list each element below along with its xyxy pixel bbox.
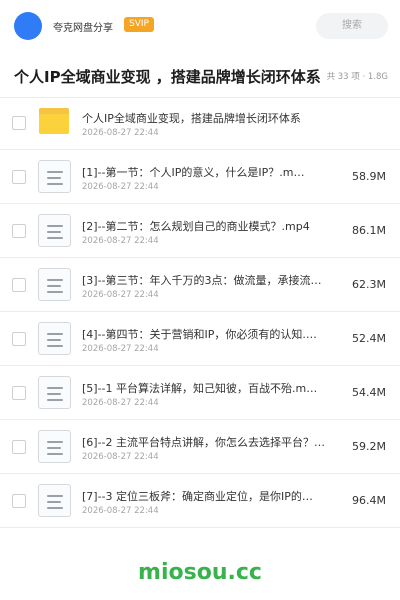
- item-name: [1]--第一节：个人IP的意义，什么是IP？.m…: [82, 166, 305, 179]
- list-item[interactable]: [5]--1 平台算法详解，知己知彼，百战不殆.m… 2026-08-27 22…: [0, 366, 400, 420]
- item-date: 2026-08-27 22:44: [82, 506, 159, 516]
- file-list: 个人IP全域商业变现，搭建品牌增长闭环体系 2026-08-27 22:44 […: [0, 96, 400, 528]
- list-item[interactable]: [6]--2 主流平台特点讲解，你怎么去选择平台？… 2026-08-27 22…: [0, 420, 400, 474]
- app-name: 夸克网盘分享: [53, 23, 113, 34]
- item-name: [7]--3 定位三板斧：确定商业定位，是你IP的…: [82, 490, 313, 503]
- document-icon: [38, 484, 71, 517]
- item-date: 2026-08-27 22:44: [82, 344, 159, 354]
- checkbox[interactable]: [12, 494, 26, 508]
- item-size: 62.3M: [352, 278, 386, 291]
- item-date: 2026-08-27 22:44: [82, 398, 159, 408]
- item-size: 86.1M: [352, 224, 386, 237]
- list-item[interactable]: [7]--3 定位三板斧：确定商业定位，是你IP的… 2026-08-27 22…: [0, 474, 400, 528]
- item-name: [3]--第三节：年入千万的3点：做流量，承接流量…: [82, 274, 332, 287]
- list-item[interactable]: [3]--第三节：年入千万的3点：做流量，承接流量… 2026-08-27 22…: [0, 258, 400, 312]
- document-icon: [38, 430, 71, 463]
- item-name: [4]--第四节：关于营销和IP，你必须有的认知.…: [82, 328, 317, 341]
- checkbox[interactable]: [12, 278, 26, 292]
- checkbox[interactable]: [12, 332, 26, 346]
- share-meta: 共 33 项 · 1.8G: [326, 72, 388, 82]
- item-date: 2026-08-27 22:44: [82, 236, 159, 246]
- checkbox[interactable]: [12, 440, 26, 454]
- document-icon: [38, 160, 71, 193]
- folder-icon: [39, 108, 69, 134]
- watermark: miosou.cc: [138, 560, 262, 585]
- share-title-bar: 个人IP全域商业变现 ，搭建品牌增长闭环体系 共 33 项 · 1.8G: [0, 52, 400, 98]
- item-name: 个人IP全域商业变现，搭建品牌增长闭环体系: [82, 112, 301, 125]
- checkbox[interactable]: [12, 170, 26, 184]
- document-icon: [38, 376, 71, 409]
- item-name: [5]--1 平台算法详解，知己知彼，百战不殆.m…: [82, 382, 318, 395]
- checkbox[interactable]: [12, 224, 26, 238]
- svip-badge: SVIP: [124, 17, 154, 32]
- page-title: 个人IP全域商业变现 ，搭建品牌增长闭环体系: [14, 68, 321, 86]
- search-input[interactable]: 搜索: [316, 13, 388, 39]
- item-size: 58.9M: [352, 170, 386, 183]
- list-item[interactable]: [4]--第四节：关于营销和IP，你必须有的认知.… 2026-08-27 22…: [0, 312, 400, 366]
- item-date: 2026-08-27 22:44: [82, 290, 159, 300]
- checkbox[interactable]: [12, 386, 26, 400]
- list-item[interactable]: 个人IP全域商业变现，搭建品牌增长闭环体系 2026-08-27 22:44: [0, 96, 400, 150]
- item-name: [6]--2 主流平台特点讲解，你怎么去选择平台？…: [82, 436, 326, 449]
- item-size: 52.4M: [352, 332, 386, 345]
- document-icon: [38, 268, 71, 301]
- item-date: 2026-08-27 22:44: [82, 182, 159, 192]
- item-size: 59.2M: [352, 440, 386, 453]
- top-bar: 夸克网盘分享 SVIP 搜索: [0, 0, 400, 52]
- list-item[interactable]: [1]--第一节：个人IP的意义，什么是IP？.m… 2026-08-27 22…: [0, 150, 400, 204]
- item-size: 54.4M: [352, 386, 386, 399]
- avatar[interactable]: [14, 12, 42, 40]
- document-icon: [38, 214, 71, 247]
- list-item[interactable]: [2]--第二节：怎么规划自己的商业模式？.mp4 2026-08-27 22:…: [0, 204, 400, 258]
- item-date: 2026-08-27 22:44: [82, 452, 159, 462]
- item-size: 96.4M: [352, 494, 386, 507]
- document-icon: [38, 322, 71, 355]
- item-name: [2]--第二节：怎么规划自己的商业模式？.mp4: [82, 220, 310, 233]
- checkbox[interactable]: [12, 116, 26, 130]
- item-date: 2026-08-27 22:44: [82, 128, 159, 138]
